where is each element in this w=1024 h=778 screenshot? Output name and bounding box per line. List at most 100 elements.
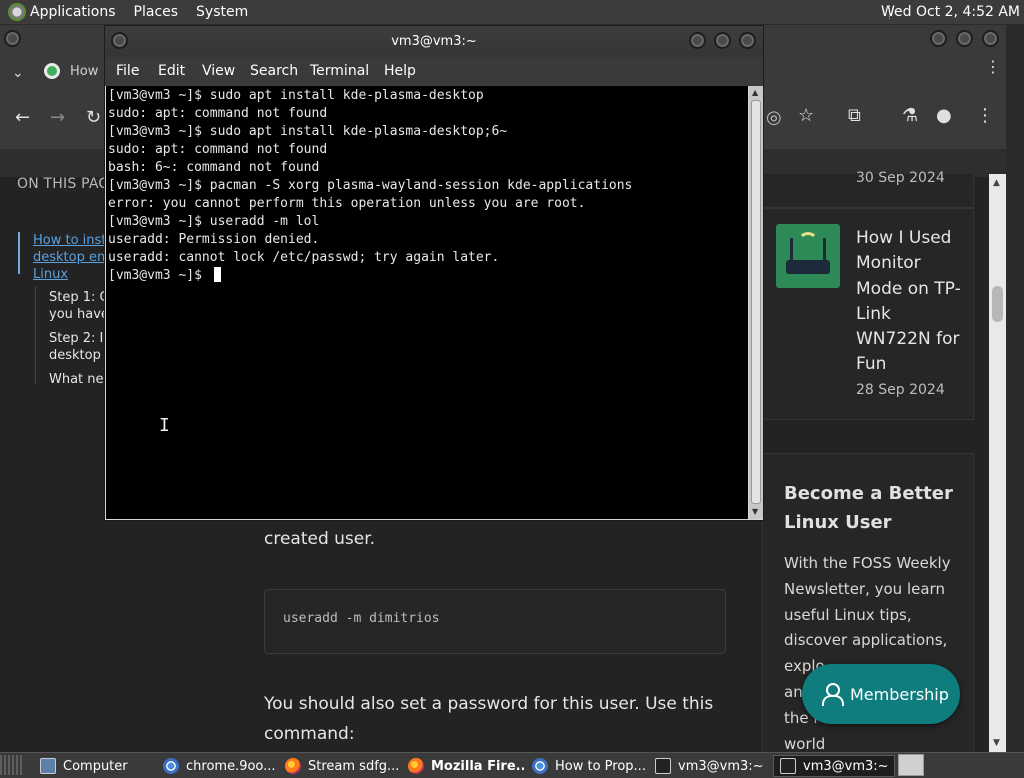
terminal-titlebar[interactable]: vm3@vm3:~: [105, 26, 763, 57]
taskbar-item-label: chrome.9oo...: [186, 758, 276, 774]
terminal-window-menu-button[interactable]: [111, 32, 128, 49]
terminal-menu-terminal[interactable]: Terminal: [310, 63, 369, 79]
newsletter-line: discover applications,: [784, 631, 948, 650]
code-text: useradd -m dimitrios: [283, 611, 440, 626]
firefox-icon: [285, 758, 301, 774]
router-body: [786, 260, 830, 274]
profile-avatar-icon[interactable]: ●: [936, 105, 952, 126]
computer-icon: [40, 758, 56, 774]
membership-label: Membership: [850, 684, 949, 704]
mouse-ibeam-cursor-icon: I: [159, 415, 170, 436]
forward-arrow-icon[interactable]: →: [50, 107, 65, 128]
newsletter-line: useful Linux tips,: [784, 605, 912, 624]
taskbar-grip[interactable]: [0, 755, 22, 775]
taskbar-item-label: Stream sdfg...: [308, 758, 399, 774]
taskbar-item-chrome[interactable]: chrome.9oo...: [157, 755, 277, 777]
menu-places[interactable]: Places: [134, 4, 179, 20]
terminal-menu-file[interactable]: File: [116, 63, 139, 79]
labs-flask-icon[interactable]: ⚗: [902, 105, 918, 126]
browser-menu-icon[interactable]: ⋮: [985, 57, 1001, 76]
terminal-menu-view[interactable]: View: [202, 63, 235, 79]
terminal-minimize-button[interactable]: [689, 32, 706, 49]
terminal-scrollbar[interactable]: ▲ ▼: [749, 86, 763, 519]
sidebar-post-title[interactable]: How I Used Monitor Mode on TP-Link WN722…: [856, 226, 966, 378]
terminal-line: bash: 6~: command not found: [108, 160, 320, 175]
terminal-scroll-down-icon[interactable]: ▼: [752, 507, 758, 516]
terminal-line: [vm3@vm3 ~]$ useradd -m lol: [108, 214, 320, 229]
toc-title: ON THIS PAG: [17, 176, 110, 192]
taskbar-item-stream[interactable]: Stream sdfg...: [279, 755, 399, 777]
toc-step1-line-1[interactable]: Step 1: C: [49, 289, 109, 306]
router-antenna-right: [823, 238, 826, 260]
taskbar-item-label: vm3@vm3:~: [678, 758, 764, 774]
taskbar-item-terminal-2[interactable]: vm3@vm3:~: [773, 755, 895, 777]
applications-menu-icon[interactable]: [8, 3, 26, 21]
chrome-icon: [532, 758, 548, 774]
chrome-menu-icon[interactable]: ⋮: [976, 105, 994, 126]
terminal-line: sudo: apt: command not found: [108, 106, 328, 121]
toc-link-line-2[interactable]: desktop en: [33, 249, 105, 266]
taskbar-item-mozilla-firefox[interactable]: Mozilla Fire...: [402, 755, 524, 777]
router-antenna-left: [790, 238, 793, 260]
terminal-menu-edit[interactable]: Edit: [158, 63, 185, 79]
browser-tab[interactable]: How: [44, 63, 98, 79]
back-arrow-icon[interactable]: ←: [15, 107, 30, 128]
toc-step2-line-2[interactable]: desktop: [49, 347, 101, 364]
scroll-down-arrow-icon[interactable]: ▼: [993, 738, 1000, 748]
article-text-password-line-1: You should also set a password for this …: [264, 694, 714, 714]
taskbar-item-label: Computer: [63, 758, 128, 774]
tab-list-chevron-icon[interactable]: ⌄: [12, 65, 24, 81]
terminal-scroll-up-icon[interactable]: ▲: [752, 88, 758, 97]
article-text-created-user: created user.: [264, 529, 376, 549]
toc-guide-line: [35, 286, 36, 384]
terminal-menu-help[interactable]: Help: [384, 63, 416, 79]
toc-link-line-1[interactable]: How to inst: [33, 232, 106, 249]
menu-applications[interactable]: Applications: [30, 4, 116, 20]
terminal-prompt: [vm3@vm3 ~]$: [108, 268, 210, 283]
menu-system[interactable]: System: [196, 4, 248, 20]
terminal-icon: [655, 758, 671, 774]
newsletter-title-line-1: Become a Better: [784, 483, 953, 504]
terminal-line: useradd: Permission denied.: [108, 232, 320, 247]
toc-step1-line-2[interactable]: you have: [49, 306, 109, 323]
taskbar-item-label: vm3@vm3:~: [803, 758, 889, 774]
chrome-icon: [163, 758, 179, 774]
sidebar-post-date: 28 Sep 2024: [856, 382, 945, 398]
terminal-line: [vm3@vm3 ~]$ pacman -S xorg plasma-wayla…: [108, 178, 633, 193]
membership-button[interactable]: Membership: [802, 664, 960, 724]
post-thumbnail-router-image[interactable]: [776, 224, 840, 288]
newsletter-line: With the FOSS Weekly: [784, 554, 951, 572]
browser-close-button[interactable]: [982, 30, 999, 47]
newsletter-line: Newsletter, you learn: [784, 579, 945, 598]
browser-window-menu-button[interactable]: [4, 30, 21, 47]
taskbar-item-terminal-1[interactable]: vm3@vm3:~: [649, 755, 771, 777]
scrollbar-thumb[interactable]: [992, 286, 1003, 322]
terminal-screen[interactable]: [vm3@vm3 ~]$ sudo apt install kde-plasma…: [106, 86, 748, 519]
page-scrollbar[interactable]: ▲ ▼: [989, 174, 1006, 752]
eye-off-icon[interactable]: ◎: [766, 107, 782, 128]
terminal-line: useradd: cannot lock /etc/passwd; try ag…: [108, 250, 500, 265]
browser-minimize-button[interactable]: [930, 30, 947, 47]
workspace-switcher[interactable]: [898, 754, 924, 776]
terminal-close-button[interactable]: [739, 32, 756, 49]
terminal-scroll-thumb[interactable]: [751, 100, 761, 504]
top-panel: Applications Places System Wed Oct 2, 4:…: [0, 0, 1024, 25]
toc-whats-next[interactable]: What nex: [49, 371, 111, 388]
toc-step2-line-1[interactable]: Step 2: Ir: [49, 330, 109, 347]
bookmark-star-icon[interactable]: ☆: [798, 105, 814, 126]
article-text-password-line-2: command:: [264, 724, 355, 744]
terminal-menu-search[interactable]: Search: [250, 63, 298, 79]
scroll-up-arrow-icon[interactable]: ▲: [993, 178, 1000, 188]
extensions-puzzle-icon[interactable]: ⧉: [848, 105, 861, 126]
terminal-maximize-button[interactable]: [714, 32, 731, 49]
toc-active-indicator: [18, 232, 20, 274]
panel-clock[interactable]: Wed Oct 2, 4:52 AM: [881, 4, 1020, 20]
terminal-line: [vm3@vm3 ~]$ sudo apt install kde-plasma…: [108, 88, 484, 103]
wifi-icon: [798, 232, 818, 252]
taskbar-item-computer[interactable]: Computer: [34, 755, 156, 777]
toc-link-line-3[interactable]: Linux: [33, 266, 68, 283]
browser-maximize-button[interactable]: [956, 30, 973, 47]
taskbar-item-how-to[interactable]: How to Prop...: [526, 755, 648, 777]
person-icon: [822, 683, 844, 706]
reload-icon[interactable]: ↻: [86, 107, 101, 128]
